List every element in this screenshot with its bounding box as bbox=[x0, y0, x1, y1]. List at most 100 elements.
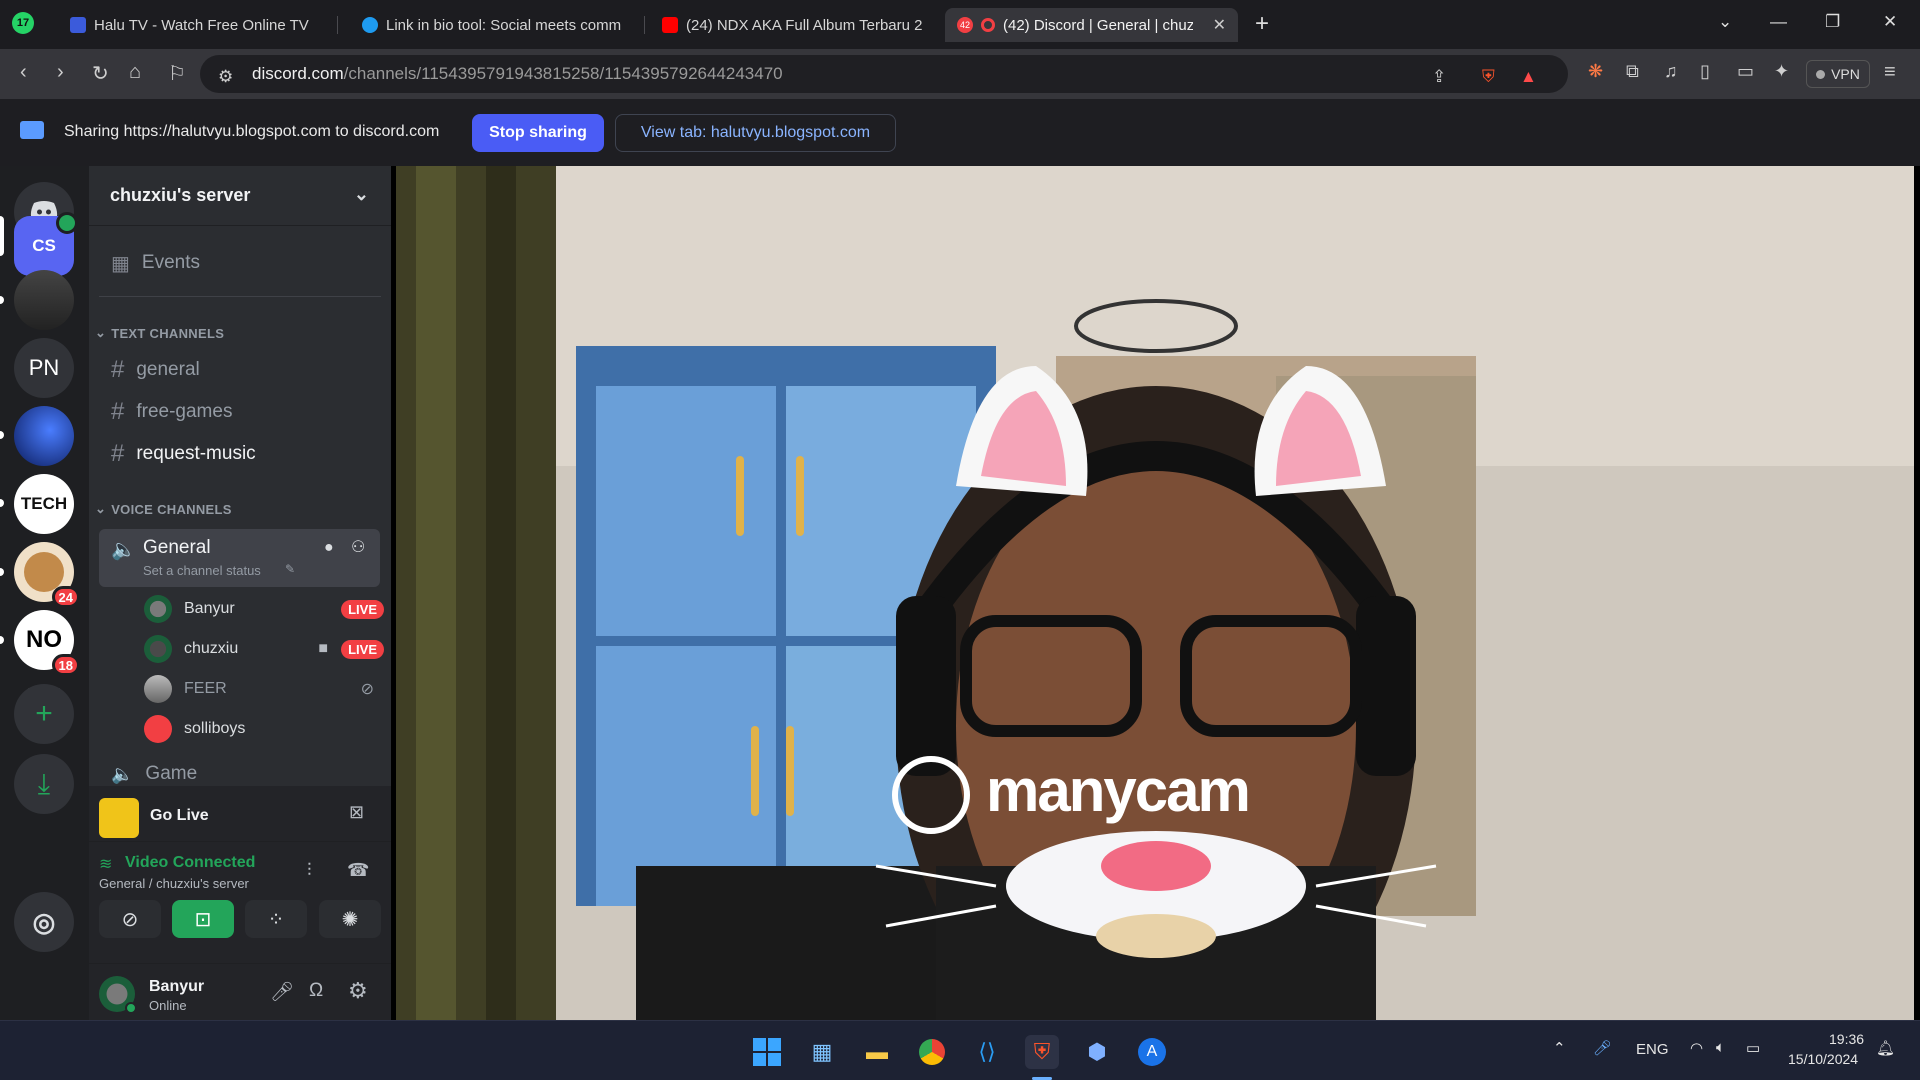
home-icon[interactable]: ⌂ bbox=[129, 61, 141, 84]
edit-pencil-icon[interactable]: ✎ bbox=[285, 562, 295, 576]
tab-list-chevron-icon[interactable]: ⌄ bbox=[1718, 12, 1732, 32]
extensions-icon[interactable]: ⧉ bbox=[1626, 61, 1639, 82]
bookmark-icon[interactable]: ⚐ bbox=[168, 61, 186, 86]
cookie-extension-icon[interactable]: ❋ bbox=[1588, 61, 1603, 82]
new-tab-button[interactable]: + bbox=[1255, 10, 1269, 38]
channel-request-music[interactable]: # request-music bbox=[89, 436, 391, 472]
chrome-icon[interactable] bbox=[915, 1035, 949, 1069]
store-icon[interactable]: ▦ bbox=[805, 1035, 839, 1069]
settings-gear-icon[interactable]: ⚙ bbox=[348, 978, 368, 1004]
channel-name: Game bbox=[145, 763, 198, 784]
disconnect-icon[interactable]: ☎ bbox=[347, 860, 369, 881]
soundboard-button[interactable]: ✺ bbox=[319, 900, 381, 938]
language-indicator[interactable]: ENG bbox=[1636, 1041, 1669, 1058]
server-initials: CS bbox=[32, 236, 56, 255]
microphone-in-use-icon[interactable]: 🎤︎ bbox=[1593, 1039, 1612, 1057]
webcam-video[interactable]: manycam bbox=[396, 166, 1914, 1020]
linktree-icon bbox=[362, 17, 378, 33]
voice-channel-game[interactable]: 🔈 Game bbox=[89, 762, 391, 786]
url-field[interactable]: ⚙ discord.com/channels/11543957919438152… bbox=[200, 55, 1568, 93]
brave-shields-icon[interactable]: ⛨ bbox=[1482, 67, 1495, 87]
video-stage[interactable]: manycam bbox=[391, 166, 1920, 1020]
voice-channel-general[interactable]: 🔈 General Set a channel status ✎ ● ⚇ bbox=[99, 529, 380, 587]
server-no[interactable]: NO 18 bbox=[14, 610, 80, 676]
maximize-button[interactable]: ❐ bbox=[1825, 12, 1840, 32]
close-tab-icon[interactable]: ✕ bbox=[1213, 15, 1226, 35]
chevron-down-icon: ⌄ bbox=[95, 501, 107, 516]
browser-tab-discord[interactable]: 42 (42) Discord | General | chuz ✕ bbox=[945, 8, 1238, 42]
server-header[interactable]: chuzxiu's server ⌄ bbox=[89, 166, 391, 226]
file-explorer-icon[interactable]: ▬ bbox=[860, 1035, 894, 1069]
close-window-button[interactable]: ✕ bbox=[1883, 12, 1897, 32]
vpn-button[interactable]: VPN bbox=[1806, 60, 1870, 88]
site-settings-icon[interactable]: ⚙ bbox=[218, 67, 233, 87]
browser-tab-halutv[interactable]: Halu TV - Watch Free Online TV bbox=[58, 8, 338, 42]
activities-button[interactable]: ⁘ bbox=[245, 900, 307, 938]
signal-icon[interactable]: ≋ bbox=[99, 854, 112, 874]
voice-user-chuzxiu[interactable]: chuzxiu ■ LIVE bbox=[144, 632, 384, 666]
server-cookie[interactable]: 24 bbox=[14, 542, 80, 608]
add-server-icon[interactable]: + bbox=[14, 684, 74, 744]
server-cs[interactable]: CS bbox=[14, 212, 78, 276]
server-tech[interactable]: TECH bbox=[14, 474, 74, 534]
server-pn[interactable]: PN bbox=[14, 338, 74, 398]
notifications-icon[interactable]: 🔔︎ bbox=[1876, 1039, 1895, 1057]
screen-sharing-bar: Sharing https://halutvyu.blogspot.com to… bbox=[0, 99, 1920, 166]
media-icon[interactable]: ♫ bbox=[1664, 61, 1678, 82]
reload-icon[interactable]: ↻ bbox=[92, 61, 109, 86]
avatar bbox=[144, 715, 172, 743]
minimize-button[interactable]: — bbox=[1770, 12, 1787, 32]
whatsapp-icon[interactable]: 17 bbox=[12, 12, 34, 34]
server-blue-orb[interactable] bbox=[14, 406, 74, 466]
voice-user-feer[interactable]: FEER ⊘ bbox=[144, 672, 384, 706]
wifi-icon[interactable]: ◠ bbox=[1690, 1039, 1703, 1057]
microphone-icon[interactable]: 🎤︎ bbox=[270, 980, 294, 1004]
vscode-icon[interactable]: ⟨⟩ bbox=[970, 1035, 1004, 1069]
battery-icon[interactable]: ▭ bbox=[1746, 1039, 1760, 1057]
stop-sharing-button[interactable]: Stop sharing bbox=[472, 114, 604, 152]
wallet-icon[interactable]: ▭ bbox=[1737, 61, 1754, 82]
voice-user-solliboys[interactable]: solliboys bbox=[144, 712, 384, 746]
app-store-icon[interactable]: A bbox=[1135, 1035, 1169, 1069]
brave-rewards-icon[interactable]: ▲ bbox=[1520, 67, 1537, 87]
screen-share-icon[interactable]: ⊠ bbox=[349, 802, 364, 823]
brave-icon[interactable]: ⛨ bbox=[1025, 1035, 1059, 1069]
category-voice-channels[interactable]: ⌄ VOICE CHANNELS bbox=[89, 500, 391, 518]
user-name[interactable]: Banyur bbox=[149, 978, 204, 996]
camera-off-button[interactable]: ⊘ bbox=[99, 900, 161, 938]
voice-connected-status[interactable]: Video Connected bbox=[125, 854, 255, 872]
sidebar-icon[interactable]: ▯ bbox=[1700, 61, 1710, 82]
browser-tab-linkinbio[interactable]: Link in bio tool: Social meets comm bbox=[350, 8, 645, 42]
clock-time[interactable]: 19:36 bbox=[1829, 1031, 1864, 1047]
server-dark-image[interactable] bbox=[14, 270, 74, 330]
headphones-icon[interactable]: Ω bbox=[309, 980, 323, 1002]
go-live-panel[interactable]: Go Live ⊠ bbox=[89, 786, 391, 842]
back-icon[interactable]: ‹ bbox=[20, 61, 27, 84]
voice-location[interactable]: General / chuzxiu's server bbox=[99, 876, 249, 891]
show-hidden-icons[interactable]: ⌃ bbox=[1553, 1039, 1566, 1057]
windows-start-icon[interactable] bbox=[750, 1035, 784, 1069]
noise-suppression-icon[interactable]: ⫶ bbox=[307, 860, 312, 881]
screen-share-button[interactable]: ⊡ bbox=[172, 900, 234, 938]
clock-date[interactable]: 15/10/2024 bbox=[1788, 1051, 1858, 1067]
forward-icon[interactable]: › bbox=[57, 61, 64, 84]
browser-tab-youtube[interactable]: (24) NDX AKA Full Album Terbaru 2 bbox=[650, 8, 940, 42]
volume-icon[interactable]: 🔈︎ bbox=[1716, 1039, 1725, 1056]
events-item[interactable]: ▦ Events bbox=[89, 246, 391, 280]
menu-icon[interactable]: ≡ bbox=[1884, 61, 1896, 84]
chat-bubble-icon[interactable]: ● bbox=[324, 539, 334, 557]
channel-free-games[interactable]: # free-games bbox=[89, 394, 391, 430]
voice-user-banyur[interactable]: Banyur LIVE bbox=[144, 592, 384, 626]
tv-icon bbox=[70, 17, 86, 33]
category-text-channels[interactable]: ⌄ TEXT CHANNELS bbox=[89, 324, 391, 342]
cube-app-icon[interactable]: ⬢ bbox=[1080, 1035, 1114, 1069]
view-tab-button[interactable]: View tab: halutvyu.blogspot.com bbox=[615, 114, 896, 152]
invite-user-icon[interactable]: ⚇ bbox=[351, 537, 365, 557]
game-icon bbox=[99, 798, 139, 838]
leo-ai-icon[interactable]: ✦ bbox=[1774, 61, 1789, 82]
channel-general[interactable]: # general bbox=[89, 352, 391, 388]
download-apps-icon[interactable]: ⤓ bbox=[14, 754, 74, 814]
channel-status[interactable]: Set a channel status bbox=[143, 563, 261, 578]
discover-icon[interactable]: ◎ bbox=[14, 892, 74, 952]
share-icon[interactable]: ⇪ bbox=[1432, 67, 1446, 87]
